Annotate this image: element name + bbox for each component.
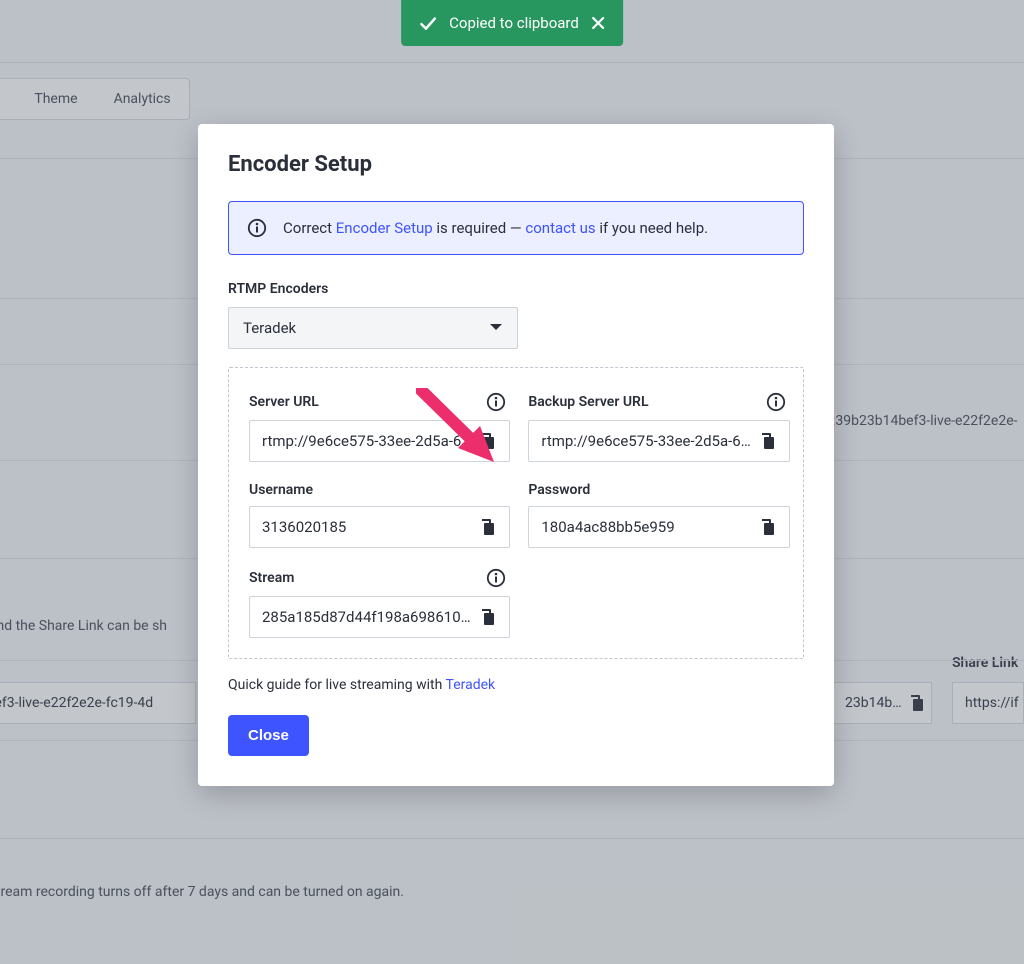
backup-url-value: rtmp://9e6ce575-33ee-2d5a-6… (541, 432, 750, 450)
rtmp-encoders-label: RTMP Encoders (228, 281, 804, 297)
copied-toast: Copied to clipboard (401, 0, 623, 46)
check-icon (419, 15, 437, 31)
info-icon[interactable] (486, 568, 506, 588)
stream-value: 285a185d87d44f198a698610… (262, 608, 471, 626)
backup-url-label: Backup Server URL (528, 394, 648, 410)
stream-label: Stream (249, 570, 294, 586)
username-field: Username 3136020185 (249, 482, 510, 548)
username-value: 3136020185 (262, 518, 471, 536)
info-banner: Correct Encoder Setup is required — cont… (228, 201, 804, 255)
server-url-field: Server URL rtmp://9e6ce575-33ee-2d5a-6… (249, 392, 510, 462)
copy-username-button[interactable] (477, 516, 499, 538)
modal-title: Encoder Setup (228, 152, 804, 177)
select-value: Teradek (243, 319, 296, 337)
password-value: 180a4ac88bb5e959 (541, 518, 750, 536)
backup-server-url-field: Backup Server URL rtmp://9e6ce575-33ee-2… (528, 392, 789, 462)
toast-text: Copied to clipboard (449, 14, 579, 32)
server-url-label: Server URL (249, 394, 319, 410)
copy-server-url-button[interactable] (477, 430, 499, 452)
chevron-down-icon (489, 323, 503, 333)
close-button[interactable]: Close (228, 715, 309, 756)
server-url-value: rtmp://9e6ce575-33ee-2d5a-6… (262, 432, 471, 450)
encoder-fields-group: Server URL rtmp://9e6ce575-33ee-2d5a-6… … (228, 367, 804, 659)
quick-guide-text: Quick guide for live streaming with Tera… (228, 677, 804, 693)
info-icon (247, 218, 267, 238)
copy-password-button[interactable] (757, 516, 779, 538)
contact-us-link[interactable]: contact us (525, 219, 595, 237)
info-icon[interactable] (766, 392, 786, 412)
teradek-guide-link[interactable]: Teradek (446, 677, 496, 693)
password-label: Password (528, 482, 590, 498)
copy-backup-url-button[interactable] (757, 430, 779, 452)
copy-stream-button[interactable] (477, 606, 499, 628)
stream-field: Stream 285a185d87d44f198a698610… (249, 568, 510, 638)
info-icon[interactable] (486, 392, 506, 412)
encoder-setup-modal: Encoder Setup Correct Encoder Setup is r… (198, 124, 834, 786)
toast-close-button[interactable] (591, 16, 605, 30)
banner-text: Correct Encoder Setup is required — cont… (283, 219, 708, 237)
password-field: Password 180a4ac88bb5e959 (528, 482, 789, 548)
rtmp-encoder-select[interactable]: Teradek (228, 307, 518, 349)
encoder-setup-link[interactable]: Encoder Setup (336, 219, 433, 237)
username-label: Username (249, 482, 313, 498)
